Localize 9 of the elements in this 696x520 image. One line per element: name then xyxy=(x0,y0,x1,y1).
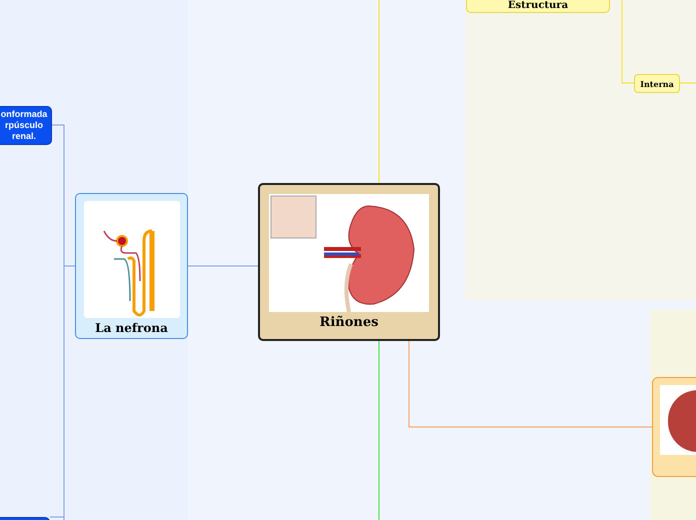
topic-node[interactable]: onformada rpúsculo renal. xyxy=(0,106,52,145)
topic-node[interactable]: Estructura xyxy=(466,0,610,13)
photo-placeholder xyxy=(660,385,696,455)
topic-title: La nefrona xyxy=(95,320,168,336)
topic-node[interactable]: Interna xyxy=(634,74,680,93)
central-topic-card[interactable]: Riñones xyxy=(258,183,440,341)
central-topic-title: Riñones xyxy=(320,314,378,332)
topic-card[interactable]: La nefrona xyxy=(75,193,188,339)
topic-card[interactable] xyxy=(652,377,696,477)
